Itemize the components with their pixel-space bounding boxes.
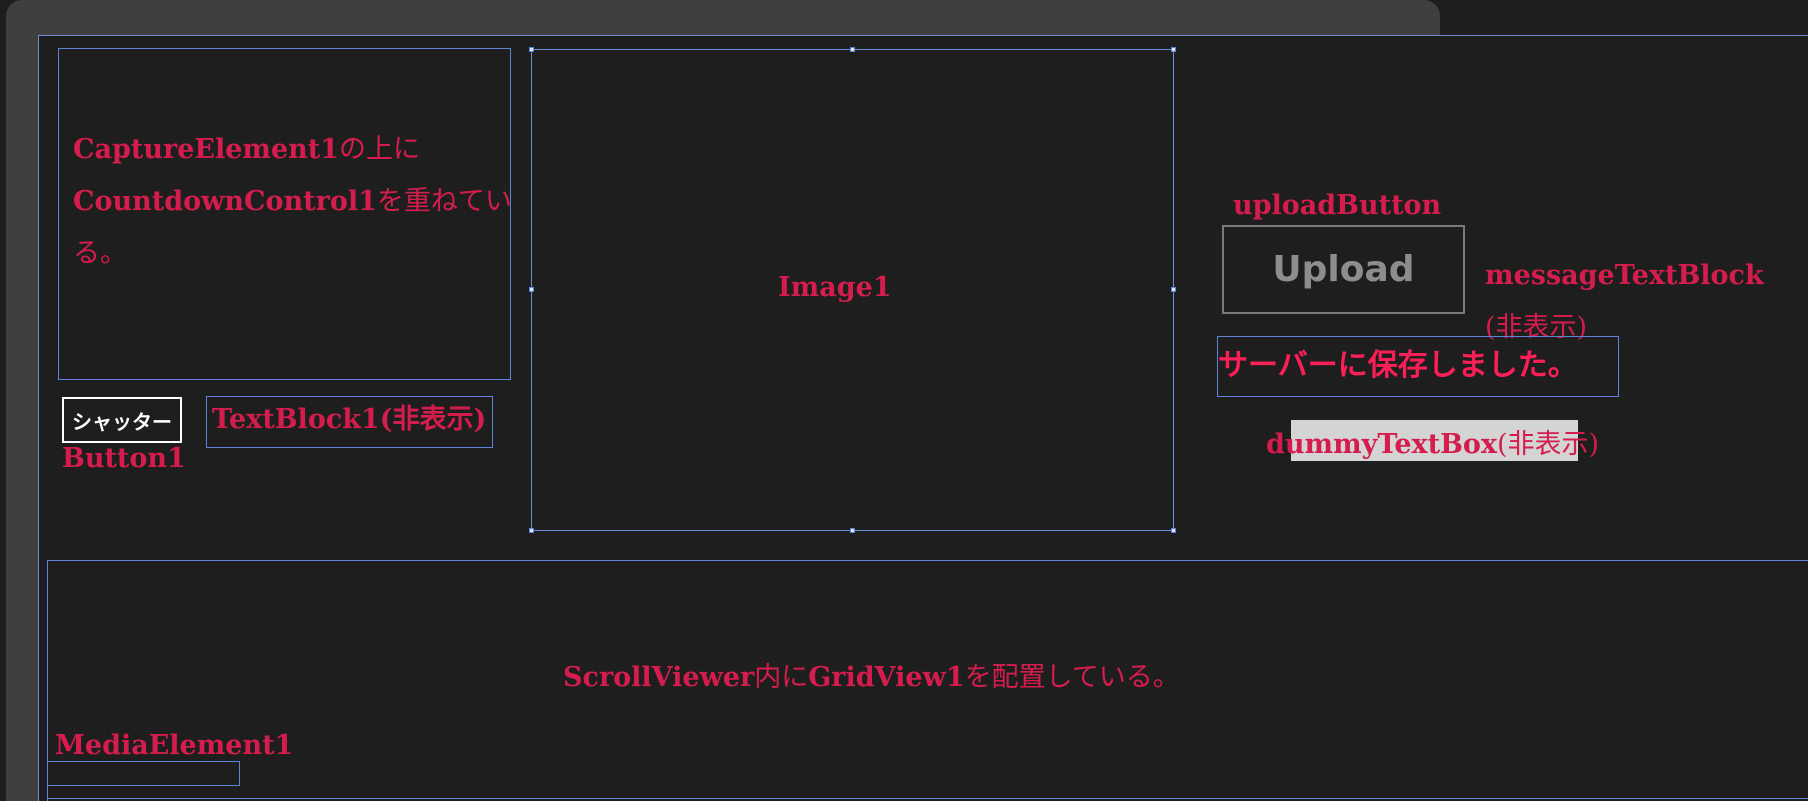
capture-note-text-1: の上に [339, 134, 421, 165]
upload-button-annotation: uploadButton [1233, 190, 1442, 221]
artboard-bottom-edge [47, 798, 1808, 799]
resize-handle-bottom-left[interactable] [529, 528, 534, 533]
resize-handle-bottom-center[interactable] [850, 528, 855, 533]
capture-element-name: CaptureElement1 [73, 134, 340, 165]
resize-handle-top-center[interactable] [850, 47, 855, 52]
scrollviewer-name: ScrollViewer [563, 662, 755, 693]
resize-handle-bottom-right[interactable] [1171, 528, 1176, 533]
scrollviewer-text-1: 内に [754, 662, 809, 693]
textblock1-annotation: TextBlock1(非表示) [212, 404, 487, 435]
designer-canvas: CaptureElement1の上に CountdownControl1を重ねて… [0, 0, 1808, 801]
resize-handle-top-left[interactable] [529, 47, 534, 52]
scrollviewer-text-2: を配置している。 [964, 662, 1180, 693]
countdown-control-name: CountdownControl1 [73, 186, 377, 217]
gridview-name: GridView1 [808, 662, 965, 693]
resize-handle-top-right[interactable] [1171, 47, 1176, 52]
scrollviewer-annotation: ScrollViewer内にGridView1を配置している。 [563, 655, 1180, 694]
resize-handle-middle-right[interactable] [1171, 287, 1176, 292]
dummy-textbox-name: dummyTextBox [1266, 429, 1498, 460]
resize-handle-middle-left[interactable] [529, 287, 534, 292]
message-textblock-text: サーバーに保存しました。 [1218, 348, 1578, 383]
image1-annotation: Image1 [778, 272, 892, 303]
dummy-textbox-annotation: dummyTextBox(非表示) [1266, 422, 1599, 461]
capture-element-annotation: CaptureElement1の上に CountdownControl1を重ねて… [73, 124, 513, 280]
dummy-textbox-hidden-note: (非表示) [1497, 429, 1600, 460]
shutter-button[interactable]: シャッター [62, 397, 182, 443]
media-element-outline[interactable] [47, 761, 240, 786]
message-textblock-name: messageTextBlock [1485, 260, 1764, 291]
upload-button[interactable]: Upload [1222, 225, 1465, 314]
media-element-annotation: MediaElement1 [55, 730, 294, 761]
button1-annotation: Button1 [62, 443, 186, 474]
